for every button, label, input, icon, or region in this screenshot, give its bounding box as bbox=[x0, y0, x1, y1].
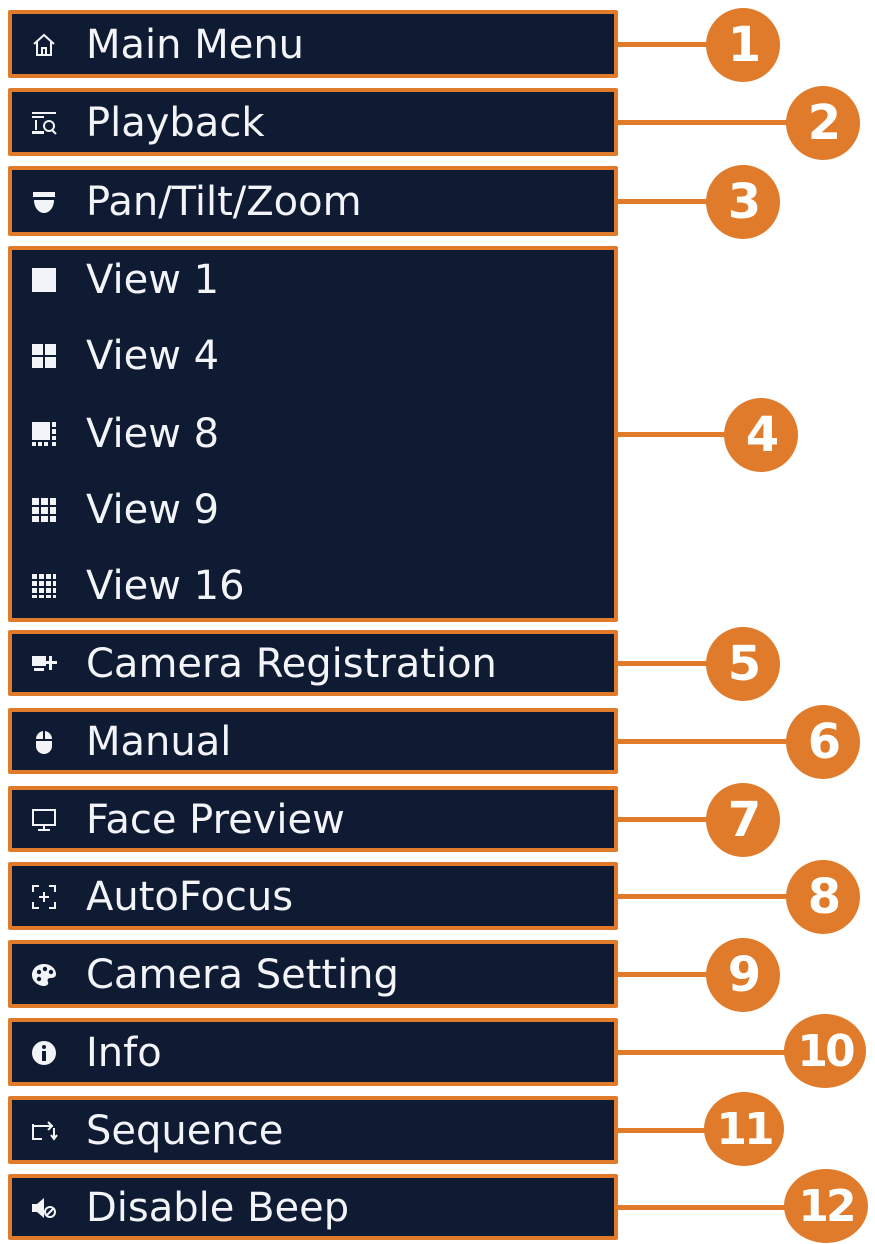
callout-line-9 bbox=[618, 972, 710, 977]
menu-item-label: Disable Beep bbox=[86, 1185, 350, 1231]
callout-badge-12: 12 bbox=[784, 1169, 868, 1243]
menu-item-label: Face Preview bbox=[86, 797, 345, 843]
menu-item-label: Camera Setting bbox=[86, 952, 399, 998]
menu-item-label: View 4 bbox=[86, 333, 220, 379]
menu-item-view-9[interactable]: View 9 bbox=[30, 482, 875, 538]
home-icon bbox=[30, 31, 58, 59]
mouse-icon bbox=[30, 728, 58, 756]
menu-item-label: Manual bbox=[86, 719, 232, 765]
palette-icon bbox=[30, 961, 58, 989]
callout-line-4 bbox=[618, 432, 728, 437]
menu-item-label: Main Menu bbox=[86, 22, 305, 68]
callout-line-7 bbox=[618, 817, 710, 822]
menu-item-label: View 8 bbox=[86, 411, 220, 457]
info-icon bbox=[30, 1039, 58, 1067]
callout-badge-1: 1 bbox=[706, 8, 780, 82]
playback-icon bbox=[30, 109, 58, 137]
callout-line-2 bbox=[618, 120, 793, 125]
callout-badge-4: 4 bbox=[724, 398, 798, 472]
menu-item-label: Playback bbox=[86, 100, 265, 146]
callout-line-5 bbox=[618, 661, 710, 666]
callout-line-8 bbox=[618, 894, 793, 899]
view-1-icon bbox=[30, 266, 58, 294]
menu-item-label: Pan/Tilt/Zoom bbox=[86, 179, 362, 225]
callout-badge-11: 11 bbox=[704, 1092, 784, 1166]
autofocus-icon bbox=[30, 883, 58, 911]
callout-badge-7: 7 bbox=[706, 783, 780, 857]
view-8-icon bbox=[30, 420, 58, 448]
menu-item-label: View 1 bbox=[86, 257, 220, 303]
menu-item-label: Camera Registration bbox=[86, 641, 497, 687]
callout-badge-3: 3 bbox=[706, 165, 780, 239]
view-16-icon bbox=[30, 572, 58, 600]
callout-badge-8: 8 bbox=[786, 860, 860, 934]
menu-item-label: View 16 bbox=[86, 563, 245, 609]
menu-item-label: View 9 bbox=[86, 487, 220, 533]
menu-item-view-16[interactable]: View 16 bbox=[30, 558, 875, 614]
view-9-icon bbox=[30, 496, 58, 524]
menu-item-view-4[interactable]: View 4 bbox=[30, 328, 875, 384]
callout-line-10 bbox=[618, 1050, 788, 1055]
sequence-icon bbox=[30, 1117, 58, 1145]
callout-badge-5: 5 bbox=[706, 627, 780, 701]
callout-badge-6: 6 bbox=[786, 705, 860, 779]
menu-item-label: Info bbox=[86, 1030, 162, 1076]
menu-item-label: AutoFocus bbox=[86, 874, 294, 920]
view-4-icon bbox=[30, 342, 58, 370]
mute-icon bbox=[30, 1194, 58, 1222]
menu-item-label: Sequence bbox=[86, 1108, 284, 1154]
callout-line-11 bbox=[618, 1128, 710, 1133]
monitor-icon bbox=[30, 806, 58, 834]
menu-item-view-1[interactable]: View 1 bbox=[30, 252, 875, 308]
callout-badge-2: 2 bbox=[786, 86, 860, 160]
callout-badge-9: 9 bbox=[706, 938, 780, 1012]
callout-line-6 bbox=[618, 739, 793, 744]
callout-line-3 bbox=[618, 199, 710, 204]
callout-badge-10: 10 bbox=[784, 1014, 866, 1088]
ptz-camera-icon bbox=[30, 188, 58, 216]
callout-line-1 bbox=[618, 42, 710, 47]
camera-registration-icon bbox=[30, 650, 58, 678]
callout-line-12 bbox=[618, 1205, 788, 1210]
